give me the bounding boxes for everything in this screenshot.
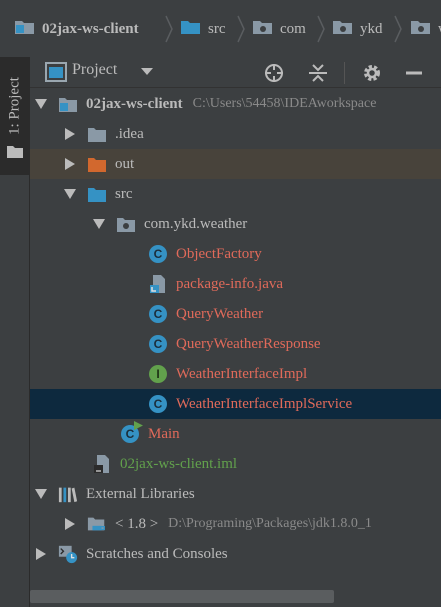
package-folder-icon: [252, 18, 274, 41]
interface-icon: I: [148, 364, 168, 384]
project-view-icon: [45, 62, 67, 82]
tree-row-scratches[interactable]: Scratches and Consoles: [30, 539, 441, 569]
tree-node-label: WeatherInterfaceImpl: [176, 365, 308, 382]
package-folder-icon: [116, 214, 136, 234]
tree-node-label: Main: [148, 425, 180, 442]
tree-row-file[interactable]: C ObjectFactory: [30, 239, 441, 269]
module-file-icon: [92, 454, 112, 474]
tree-node-label: package-info.java: [176, 275, 284, 292]
tree-row-main[interactable]: C Main: [30, 419, 441, 449]
tree-node-label: com.ykd.weather: [144, 215, 248, 232]
tree-row-package[interactable]: com.ykd.weather: [30, 209, 441, 239]
breadcrumb-label: src: [208, 20, 226, 37]
breadcrumb-item-src[interactable]: src: [180, 16, 226, 42]
tree-node-label: < 1.8 >: [115, 515, 159, 532]
horizontal-scrollbar-thumb[interactable]: [30, 590, 334, 603]
library-icon: [58, 484, 78, 504]
tree-node-label: ObjectFactory: [176, 245, 262, 262]
class-icon: C: [148, 304, 168, 324]
breadcrumb-label: com: [280, 20, 306, 37]
breadcrumb-item-ykd[interactable]: ykd: [332, 16, 383, 42]
project-tool-tab-label[interactable]: 1: Project: [5, 66, 25, 146]
tree-row-file-selected[interactable]: C WeatherInterfaceImplService: [30, 389, 441, 419]
runnable-class-icon: C: [120, 421, 143, 444]
source-folder-icon: [180, 18, 202, 41]
tree-node-label: QueryWeatherResponse: [176, 335, 321, 352]
class-icon: C: [148, 244, 168, 264]
tree-row-file[interactable]: C QueryWeatherResponse: [30, 329, 441, 359]
collapse-all-button[interactable]: [307, 62, 329, 84]
chevron-down-icon[interactable]: [141, 68, 153, 76]
package-folder-icon: [332, 18, 354, 41]
tree-row-out[interactable]: out: [30, 149, 441, 179]
module-path: C:\Users\54458\IDEAworkspace: [192, 96, 377, 111]
expand-arrow-icon[interactable]: [34, 487, 48, 501]
tree-row-file[interactable]: I WeatherInterfaceImpl: [30, 359, 441, 389]
collapsed-arrow-icon[interactable]: [63, 127, 77, 141]
excluded-folder-icon: [87, 154, 107, 174]
crosshair-icon: [265, 64, 283, 82]
source-folder-icon: [87, 184, 107, 204]
collapsed-arrow-icon[interactable]: [34, 547, 48, 561]
tree-node-label: out: [115, 155, 135, 172]
gear-icon: [364, 65, 380, 81]
tree-node-label: QueryWeather: [176, 305, 264, 322]
package-folder-icon: [410, 18, 432, 41]
module-folder-icon: [14, 18, 36, 41]
minimize-icon: [406, 71, 422, 75]
tree-row-module[interactable]: 02jax-ws-client C:\Users\54458\IDEAworks…: [30, 89, 441, 119]
tree-node-label: .idea: [115, 125, 144, 142]
collapsed-arrow-icon[interactable]: [63, 157, 77, 171]
settings-button[interactable]: [361, 62, 383, 84]
breadcrumb-separator: [394, 15, 402, 43]
collapsed-arrow-icon[interactable]: [63, 517, 77, 531]
jdk-folder-icon: [87, 514, 107, 534]
folder-icon: [7, 146, 23, 158]
tree-row-external-libraries[interactable]: External Libraries: [30, 479, 441, 509]
tree-node-label: External Libraries: [86, 485, 195, 502]
class-icon: C: [148, 334, 168, 354]
folder-icon: [87, 124, 107, 144]
tree-row-jdk[interactable]: < 1.8 > D:\Programing\Packages\jdk1.8.0_…: [30, 509, 441, 539]
tree-node-label: src: [115, 185, 133, 202]
tree-node-label: 02jax-ws-client.iml: [120, 455, 238, 472]
tree-node-label: WeatherInterfaceImplService: [176, 395, 353, 412]
tree-row-file[interactable]: C QueryWeather: [30, 299, 441, 329]
locate-button[interactable]: [263, 62, 285, 84]
collapse-all-icon: [309, 64, 327, 82]
breadcrumb-separator: [165, 15, 173, 43]
class-icon: C: [148, 394, 168, 414]
expand-arrow-icon[interactable]: [34, 97, 48, 111]
hide-button[interactable]: [403, 62, 425, 84]
breadcrumb-label: ykd: [360, 20, 383, 37]
breadcrumb-separator: [237, 15, 245, 43]
tree-row-file[interactable]: package-info.java: [30, 269, 441, 299]
breadcrumb-item-com[interactable]: com: [252, 16, 306, 42]
tree-node-label: Scratches and Consoles: [86, 545, 228, 562]
expand-arrow-icon[interactable]: [63, 187, 77, 201]
scratches-icon: [58, 544, 78, 564]
java-file-icon: [148, 274, 168, 294]
breadcrumb-item-weather[interactable]: w: [410, 16, 441, 42]
tree-row-idea[interactable]: .idea: [30, 119, 441, 149]
header-divider: [344, 62, 345, 84]
tree-row-iml[interactable]: 02jax-ws-client.iml: [30, 449, 441, 479]
breadcrumb-item-module[interactable]: 02jax-ws-client: [14, 16, 139, 42]
tree-row-src[interactable]: src: [30, 179, 441, 209]
module-folder-icon: [58, 94, 78, 114]
jdk-path: D:\Programing\Packages\jdk1.8.0_1: [168, 516, 372, 531]
expand-arrow-icon[interactable]: [92, 217, 106, 231]
view-selector[interactable]: Project: [72, 61, 117, 79]
breadcrumb-separator: [317, 15, 325, 43]
tree-node-label: 02jax-ws-client: [86, 95, 183, 112]
breadcrumb-label: 02jax-ws-client: [42, 20, 139, 37]
